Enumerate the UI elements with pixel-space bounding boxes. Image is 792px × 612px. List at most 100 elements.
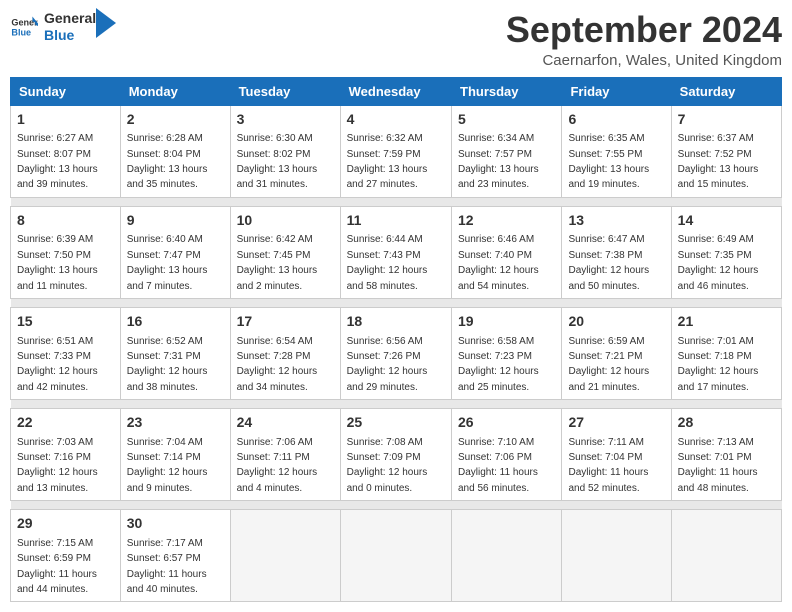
- day-number: 14: [678, 211, 775, 231]
- day-info: Sunrise: 7:06 AMSunset: 7:11 PMDaylight:…: [237, 437, 318, 494]
- day-info: Sunrise: 6:39 AMSunset: 7:50 PMDaylight:…: [17, 234, 98, 291]
- day-info: Sunrise: 6:34 AMSunset: 7:57 PMDaylight:…: [458, 133, 539, 190]
- day-info: Sunrise: 7:13 AMSunset: 7:01 PMDaylight:…: [678, 437, 758, 494]
- col-wednesday: Wednesday: [340, 77, 451, 105]
- day-number: 20: [568, 312, 664, 332]
- col-friday: Friday: [562, 77, 671, 105]
- col-thursday: Thursday: [452, 77, 562, 105]
- calendar-cell: 16 Sunrise: 6:52 AMSunset: 7:31 PMDaylig…: [120, 307, 230, 399]
- spacer-cell: [671, 400, 781, 409]
- logo-icon: General Blue: [10, 13, 38, 41]
- calendar-cell: 22 Sunrise: 7:03 AMSunset: 7:16 PMDaylig…: [11, 409, 121, 501]
- logo-arrow-icon: [96, 8, 116, 38]
- logo-general-text: General: [44, 10, 96, 27]
- day-info: Sunrise: 6:52 AMSunset: 7:31 PMDaylight:…: [127, 336, 208, 393]
- spacer-cell: [230, 298, 340, 307]
- calendar-cell: [340, 510, 451, 602]
- day-number: 11: [347, 211, 445, 231]
- day-info: Sunrise: 7:17 AMSunset: 6:57 PMDaylight:…: [127, 538, 207, 595]
- day-number: 30: [127, 514, 224, 534]
- spacer-cell: [452, 197, 562, 206]
- day-info: Sunrise: 6:58 AMSunset: 7:23 PMDaylight:…: [458, 336, 539, 393]
- col-tuesday: Tuesday: [230, 77, 340, 105]
- spacer-cell: [671, 298, 781, 307]
- month-title: September 2024: [506, 10, 782, 50]
- day-info: Sunrise: 6:51 AMSunset: 7:33 PMDaylight:…: [17, 336, 98, 393]
- spacer-cell: [671, 501, 781, 510]
- day-number: 29: [17, 514, 114, 534]
- calendar-cell: [452, 510, 562, 602]
- day-info: Sunrise: 6:44 AMSunset: 7:43 PMDaylight:…: [347, 234, 428, 291]
- day-info: Sunrise: 6:42 AMSunset: 7:45 PMDaylight:…: [237, 234, 318, 291]
- calendar-cell: [671, 510, 781, 602]
- day-info: Sunrise: 6:56 AMSunset: 7:26 PMDaylight:…: [347, 336, 428, 393]
- calendar-cell: 19 Sunrise: 6:58 AMSunset: 7:23 PMDaylig…: [452, 307, 562, 399]
- calendar-cell: 3 Sunrise: 6:30 AMSunset: 8:02 PMDayligh…: [230, 105, 340, 197]
- spacer-cell: [120, 197, 230, 206]
- calendar-cell: 21 Sunrise: 7:01 AMSunset: 7:18 PMDaylig…: [671, 307, 781, 399]
- day-number: 27: [568, 413, 664, 433]
- week-row-3: 15 Sunrise: 6:51 AMSunset: 7:33 PMDaylig…: [11, 307, 782, 399]
- calendar-cell: 24 Sunrise: 7:06 AMSunset: 7:11 PMDaylig…: [230, 409, 340, 501]
- calendar-table: Sunday Monday Tuesday Wednesday Thursday…: [10, 77, 782, 603]
- day-info: Sunrise: 7:08 AMSunset: 7:09 PMDaylight:…: [347, 437, 428, 494]
- spacer-cell: [562, 501, 671, 510]
- spacer-row: [11, 197, 782, 206]
- calendar-cell: 25 Sunrise: 7:08 AMSunset: 7:09 PMDaylig…: [340, 409, 451, 501]
- calendar-cell: 23 Sunrise: 7:04 AMSunset: 7:14 PMDaylig…: [120, 409, 230, 501]
- day-info: Sunrise: 7:11 AMSunset: 7:04 PMDaylight:…: [568, 437, 648, 494]
- day-number: 7: [678, 110, 775, 130]
- spacer-cell: [230, 501, 340, 510]
- week-row-4: 22 Sunrise: 7:03 AMSunset: 7:16 PMDaylig…: [11, 409, 782, 501]
- spacer-cell: [340, 400, 451, 409]
- day-info: Sunrise: 6:46 AMSunset: 7:40 PMDaylight:…: [458, 234, 539, 291]
- week-row-2: 8 Sunrise: 6:39 AMSunset: 7:50 PMDayligh…: [11, 206, 782, 298]
- calendar-cell: 12 Sunrise: 6:46 AMSunset: 7:40 PMDaylig…: [452, 206, 562, 298]
- calendar-cell: 17 Sunrise: 6:54 AMSunset: 7:28 PMDaylig…: [230, 307, 340, 399]
- day-number: 6: [568, 110, 664, 130]
- day-info: Sunrise: 7:03 AMSunset: 7:16 PMDaylight:…: [17, 437, 98, 494]
- calendar-cell: 14 Sunrise: 6:49 AMSunset: 7:35 PMDaylig…: [671, 206, 781, 298]
- spacer-cell: [11, 501, 121, 510]
- calendar-cell: 7 Sunrise: 6:37 AMSunset: 7:52 PMDayligh…: [671, 105, 781, 197]
- week-row-1: 1 Sunrise: 6:27 AMSunset: 8:07 PMDayligh…: [11, 105, 782, 197]
- day-number: 10: [237, 211, 334, 231]
- day-number: 17: [237, 312, 334, 332]
- day-info: Sunrise: 7:04 AMSunset: 7:14 PMDaylight:…: [127, 437, 208, 494]
- day-number: 15: [17, 312, 114, 332]
- spacer-cell: [452, 501, 562, 510]
- day-info: Sunrise: 6:27 AMSunset: 8:07 PMDaylight:…: [17, 133, 98, 190]
- title-section: September 2024 Caernarfon, Wales, United…: [506, 10, 782, 69]
- day-info: Sunrise: 6:40 AMSunset: 7:47 PMDaylight:…: [127, 234, 208, 291]
- day-info: Sunrise: 6:47 AMSunset: 7:38 PMDaylight:…: [568, 234, 649, 291]
- day-number: 1: [17, 110, 114, 130]
- day-info: Sunrise: 7:10 AMSunset: 7:06 PMDaylight:…: [458, 437, 538, 494]
- spacer-cell: [11, 400, 121, 409]
- calendar-cell: 30 Sunrise: 7:17 AMSunset: 6:57 PMDaylig…: [120, 510, 230, 602]
- location: Caernarfon, Wales, United Kingdom: [506, 52, 782, 69]
- day-number: 16: [127, 312, 224, 332]
- spacer-cell: [120, 400, 230, 409]
- day-number: 19: [458, 312, 555, 332]
- calendar-cell: 10 Sunrise: 6:42 AMSunset: 7:45 PMDaylig…: [230, 206, 340, 298]
- spacer-row: [11, 400, 782, 409]
- day-info: Sunrise: 6:54 AMSunset: 7:28 PMDaylight:…: [237, 336, 318, 393]
- spacer-cell: [340, 501, 451, 510]
- calendar-cell: 20 Sunrise: 6:59 AMSunset: 7:21 PMDaylig…: [562, 307, 671, 399]
- calendar-cell: 18 Sunrise: 6:56 AMSunset: 7:26 PMDaylig…: [340, 307, 451, 399]
- calendar-cell: 5 Sunrise: 6:34 AMSunset: 7:57 PMDayligh…: [452, 105, 562, 197]
- spacer-row: [11, 501, 782, 510]
- calendar-cell: 29 Sunrise: 7:15 AMSunset: 6:59 PMDaylig…: [11, 510, 121, 602]
- day-number: 23: [127, 413, 224, 433]
- spacer-cell: [671, 197, 781, 206]
- day-info: Sunrise: 6:28 AMSunset: 8:04 PMDaylight:…: [127, 133, 208, 190]
- spacer-cell: [340, 298, 451, 307]
- day-number: 18: [347, 312, 445, 332]
- spacer-cell: [11, 197, 121, 206]
- logo-blue-text: Blue: [44, 27, 96, 44]
- calendar-cell: 27 Sunrise: 7:11 AMSunset: 7:04 PMDaylig…: [562, 409, 671, 501]
- calendar-cell: 15 Sunrise: 6:51 AMSunset: 7:33 PMDaylig…: [11, 307, 121, 399]
- day-number: 2: [127, 110, 224, 130]
- day-number: 22: [17, 413, 114, 433]
- spacer-row: [11, 298, 782, 307]
